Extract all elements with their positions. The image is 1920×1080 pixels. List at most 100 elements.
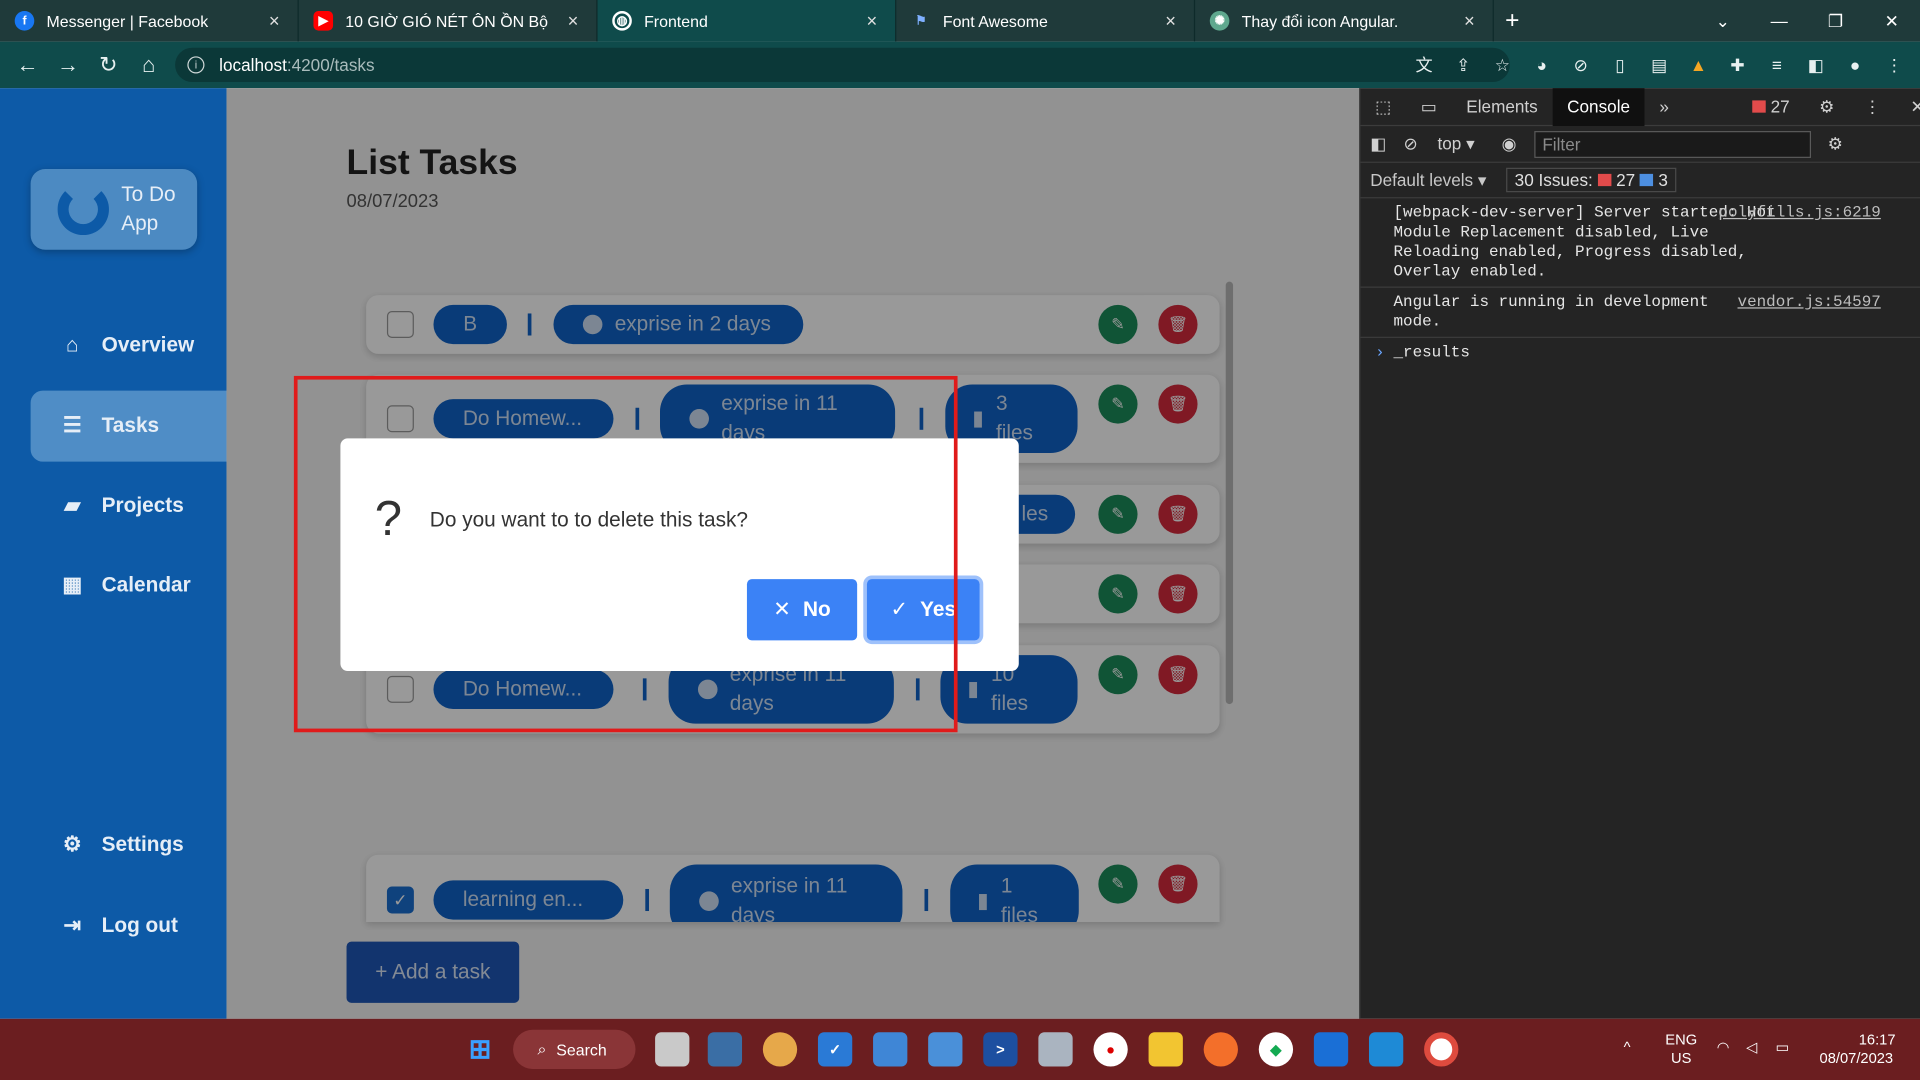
device-toolbar-icon[interactable]: ▭ [1406,88,1452,126]
log-source-link[interactable]: polyfills.js:6219 [1718,203,1880,223]
monitor-app-icon[interactable] [707,1032,743,1067]
sidebar-item-tasks[interactable]: ☰ Tasks [30,390,227,462]
mongodb-icon[interactable]: ◆ [1258,1032,1294,1067]
inspect-icon[interactable]: ⬚ [1360,88,1406,126]
extension-doc-icon[interactable]: ▤ [1643,49,1675,81]
issues-button[interactable]: 30 Issues: 27 3 [1506,167,1677,193]
window-controls: ⌄ — ❐ ✕ [1695,0,1920,42]
context-selector[interactable]: top ▾ [1438,133,1475,154]
extension-phone-icon[interactable]: ▯ [1604,49,1636,81]
control-panel-icon[interactable] [928,1032,963,1067]
back-button[interactable]: ← [7,52,47,78]
tab-frontend[interactable]: ◍ Frontend × [597,0,897,42]
sidebar-item-calendar[interactable]: ▦ Calendar [31,550,227,621]
console-log-entry: Angular is running in development mode. … [1360,288,1920,338]
vscode-icon[interactable] [1368,1032,1404,1067]
tab-console[interactable]: Console [1552,87,1645,126]
console-prompt[interactable]: › _results [1360,338,1920,366]
record-icon[interactable]: ● [1093,1032,1128,1067]
reload-button[interactable]: ↻ [88,52,128,78]
minimize-button[interactable]: — [1751,0,1807,42]
close-window-button[interactable]: ✕ [1864,0,1920,42]
new-tab-button[interactable]: + [1494,7,1531,35]
tab-youtube[interactable]: ▶ 10 GIỜ GIÓ NÉT ÔN ỒN Bộ × [299,0,598,42]
log-source-link[interactable]: vendor.js:54597 [1738,293,1881,313]
address-bar[interactable]: i localhost:4200/tasks [175,47,1510,83]
sidebar-item-label: Settings [101,832,184,856]
toolbar-icons: 文 ⇪ ☆ ◕ ⊘ ▯ ▤ ▲ ✚ ≡ ◧ ● ⋮ [1408,49,1910,81]
extension-off-icon[interactable]: ▲ [1682,49,1714,81]
sidebar-item-overview[interactable]: ⌂ Overview [31,310,227,381]
sidebar-item-label: Log out [101,913,178,937]
extensions-puzzle-icon[interactable]: ✚ [1722,49,1754,81]
console-settings-icon[interactable]: ⚙ [1828,133,1843,154]
tab-fontawesome[interactable]: ⚑ Font Awesome × [896,0,1196,42]
chatgpt-icon: ✺ [1209,11,1230,31]
todo-app-icon[interactable]: ✓ [817,1032,853,1067]
installer-icon[interactable] [1038,1032,1073,1067]
wifi-icon[interactable]: ◠ [1717,1038,1730,1056]
weather-icon[interactable] [762,1032,798,1067]
filter-input[interactable]: Filter [1533,130,1811,158]
logo-icon [57,183,109,236]
clock[interactable]: 16:17 08/07/2023 [1817,1031,1896,1068]
close-icon[interactable]: × [1162,10,1179,31]
gear-icon: ⚙ [62,832,82,856]
eye-icon[interactable]: ◉ [1502,133,1517,154]
tab-title: Frontend [644,11,708,31]
error-badge[interactable]: 27 [1733,88,1805,126]
profile-avatar[interactable]: ● [1839,49,1871,81]
media-icon[interactable]: ≡ [1761,49,1793,81]
devtools-close-icon[interactable]: ✕ [1896,88,1920,126]
tray-chevron-icon[interactable]: ^ [1624,1038,1631,1056]
settings-gear-icon[interactable]: ⚙ [1804,88,1849,126]
app-logo[interactable]: To Do App [30,168,198,250]
extension-color-icon[interactable]: ◕ [1526,49,1558,81]
language-indicator[interactable]: ENG US [1665,1031,1697,1068]
extension-compass-icon[interactable]: ⊘ [1565,49,1597,81]
sidebar-toggle-icon[interactable]: ◧ [1370,133,1386,154]
home-button[interactable]: ⌂ [129,52,169,78]
close-icon[interactable]: × [1461,10,1478,31]
postman-icon[interactable] [1203,1032,1238,1067]
log-levels-dropdown[interactable]: Default levels ▾ [1370,170,1486,191]
share-icon[interactable]: ⇪ [1447,49,1479,81]
tab-chatgpt[interactable]: ✺ Thay đổi icon Angular. × [1195,0,1494,42]
folder-icon: ▰ [64,493,81,517]
info-icon [1640,173,1654,187]
taskbar-search[interactable]: ⌕ Search [513,1029,636,1069]
tab-messenger[interactable]: f Messenger | Facebook × [0,0,299,42]
volume-icon[interactable]: ◁ [1746,1038,1757,1056]
windows-start-icon[interactable]: ⊞ [463,1032,497,1066]
tab-title: Thay đổi icon Angular. [1241,11,1399,31]
close-icon[interactable]: × [863,10,880,31]
sidebar-item-logout[interactable]: ⇥ Log out [31,890,227,961]
clear-console-icon[interactable]: ⊘ [1404,133,1418,154]
search-icon: ⌕ [537,1039,547,1058]
forward-button[interactable]: → [48,52,88,78]
sidebar-item-settings[interactable]: ⚙ Settings [31,809,227,880]
tab-search-icon[interactable]: ⌄ [1695,0,1751,42]
close-icon[interactable]: × [564,10,581,31]
chevron-right-icon: › [1375,342,1385,362]
more-tabs-icon[interactable]: » [1645,88,1684,126]
facebook-icon: f [14,11,35,31]
powershell-icon[interactable]: > [983,1032,1018,1067]
file-explorer-icon[interactable] [1148,1032,1183,1067]
sidebar-item-projects[interactable]: ▰ Projects [31,470,227,541]
translate-icon[interactable]: 文 [1408,49,1440,81]
task-view-icon[interactable] [655,1032,690,1067]
chrome-icon[interactable] [1424,1032,1459,1067]
url-text: localhost:4200/tasks [219,55,375,75]
tab-elements[interactable]: Elements [1452,88,1553,126]
close-icon[interactable]: × [266,10,283,31]
menu-dots-icon[interactable]: ⋮ [1878,49,1910,81]
trello-icon[interactable] [1313,1032,1349,1067]
notepad-icon[interactable] [873,1032,908,1067]
sidepanel-icon[interactable]: ◧ [1800,49,1832,81]
restore-button[interactable]: ❐ [1807,0,1863,42]
battery-icon[interactable]: ▭ [1776,1038,1790,1056]
devtools-menu-icon[interactable]: ⋮ [1849,88,1896,126]
info-icon[interactable]: i [187,56,205,74]
bookmark-star-icon[interactable]: ☆ [1487,49,1519,81]
